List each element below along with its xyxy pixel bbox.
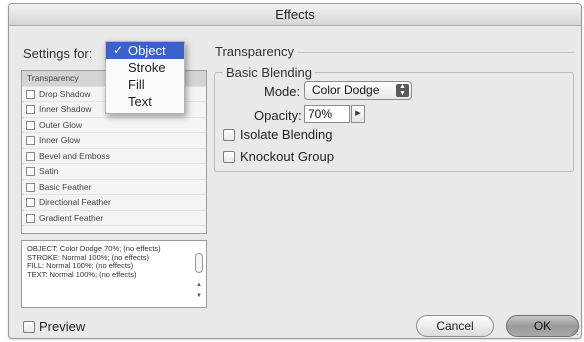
gradient-feather-checkbox[interactable]: [26, 213, 35, 223]
outer-glow-checkbox[interactable]: [26, 120, 35, 130]
list-item-label: Drop Shadow: [39, 88, 91, 99]
menu-item-label: Stroke: [128, 60, 166, 75]
scroll-thumb[interactable]: [195, 253, 203, 273]
list-item-label: Satin: [39, 166, 59, 176]
list-item-label: Basic Feather: [39, 181, 92, 192]
dialog-title: Effects: [9, 4, 581, 26]
bevel-emboss-checkbox[interactable]: [26, 151, 35, 161]
summary-scrollbar[interactable]: ▲ ▼: [194, 244, 204, 304]
menu-item-text[interactable]: Text: [106, 93, 184, 110]
list-item-label: Inner Shadow: [39, 104, 92, 114]
list-item-label: Directional Feather: [39, 197, 111, 207]
scroll-up-icon[interactable]: ▲: [194, 282, 204, 289]
opacity-input[interactable]: 70%: [304, 105, 350, 123]
list-item-label: Inner Glow: [39, 135, 81, 145]
scroll-down-icon[interactable]: ▼: [194, 293, 204, 300]
directional-feather-checkbox[interactable]: [26, 198, 35, 207]
section-divider: [297, 52, 575, 53]
cancel-button[interactable]: Cancel: [416, 315, 494, 337]
list-item-outer-glow[interactable]: Outer Glow: [22, 118, 206, 133]
knockout-group-label: Knockout Group: [240, 149, 334, 164]
summary-line: STROKE: Normal 100%; (no effects): [27, 253, 149, 262]
settings-for-menu[interactable]: ✓ Object Stroke Fill Text: [105, 41, 185, 114]
preview-checkbox[interactable]: [23, 321, 35, 333]
list-item-inner-glow[interactable]: Inner Glow: [22, 133, 206, 149]
menu-item-object[interactable]: ✓ Object: [106, 42, 184, 59]
mode-value: Color Dodge: [312, 83, 380, 97]
opacity-slider-button[interactable]: ▶: [351, 105, 365, 123]
summary-line: FILL: Normal 100%; (no effects): [27, 262, 134, 271]
checkmark-icon: ✓: [113, 43, 124, 57]
right-arrow-icon: ▶: [355, 110, 361, 117]
mode-select[interactable]: Color Dodge ▲ ▼: [304, 81, 412, 100]
inner-glow-checkbox[interactable]: [26, 136, 35, 145]
list-item-satin[interactable]: Satin: [22, 164, 206, 180]
effects-summary[interactable]: OBJECT: Color Dodge 70%; (no effects) ST…: [21, 240, 207, 308]
section-title: Transparency: [215, 44, 294, 59]
preview-label: Preview: [39, 319, 86, 334]
list-item-label: Gradient Feather: [39, 212, 104, 223]
menu-item-label: Object: [128, 43, 166, 58]
list-item-gradient-feather[interactable]: Gradient Feather: [22, 211, 206, 226]
knockout-group-checkbox[interactable]: [223, 151, 235, 163]
inner-shadow-checkbox[interactable]: [26, 105, 35, 114]
menu-item-label: Fill: [128, 77, 145, 92]
summary-line: OBJECT: Color Dodge 70%; (no effects): [27, 245, 161, 253]
effects-dialog: Effects Settings for: ✓ Object Stroke Fi…: [8, 3, 582, 339]
list-item-label: Transparency: [27, 73, 79, 83]
list-item-label: Outer Glow: [39, 119, 82, 130]
updown-arrows-icon: ▲ ▼: [396, 83, 409, 97]
list-item-basic-feather[interactable]: Basic Feather: [22, 180, 206, 195]
menu-item-fill[interactable]: Fill: [106, 76, 184, 93]
isolate-blending-label: Isolate Blending: [240, 127, 333, 142]
menu-item-label: Text: [128, 94, 152, 109]
resize-grip-icon[interactable]: [569, 326, 579, 336]
list-item-bevel-emboss[interactable]: Bevel and Emboss: [22, 149, 206, 164]
basic-feather-checkbox[interactable]: [26, 182, 35, 192]
settings-for-label: Settings for:: [23, 46, 93, 61]
mode-label: Mode:: [264, 84, 301, 99]
list-item-label: Bevel and Emboss: [39, 150, 110, 161]
isolate-blending-checkbox[interactable]: [223, 129, 235, 141]
group-title: Basic Blending: [223, 65, 315, 80]
opacity-label: Opacity:: [254, 108, 302, 123]
summary-line: TEXT: Normal 100%; (no effects): [27, 270, 137, 279]
list-item-directional-feather[interactable]: Directional Feather: [22, 195, 206, 211]
drop-shadow-checkbox[interactable]: [26, 89, 35, 99]
menu-item-stroke[interactable]: Stroke: [106, 59, 184, 76]
satin-checkbox[interactable]: [26, 167, 35, 176]
